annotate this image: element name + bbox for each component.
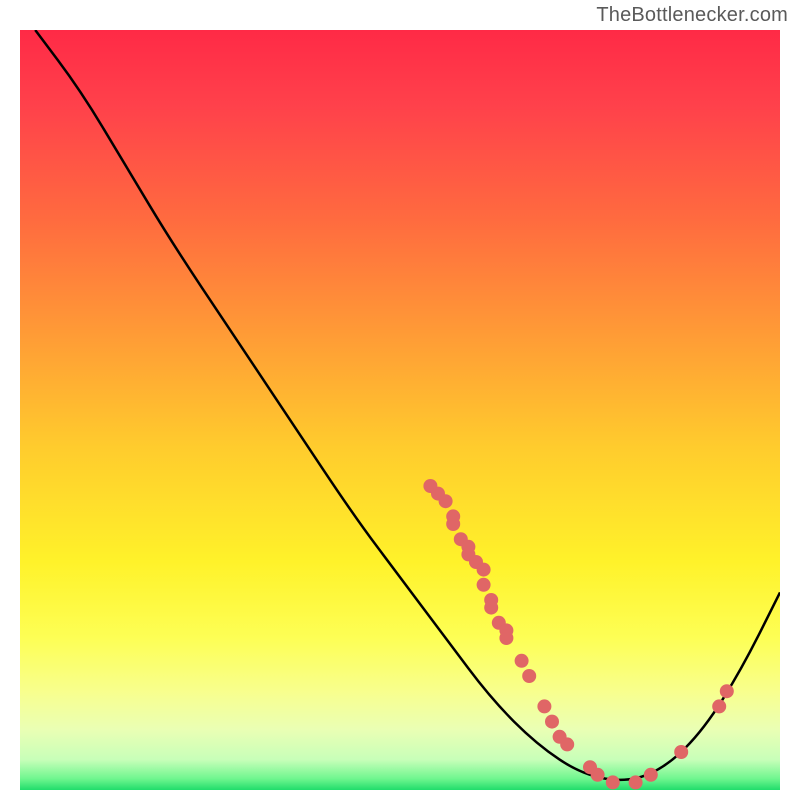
bottleneck-curve xyxy=(35,30,780,780)
data-dot xyxy=(674,745,688,759)
data-dot xyxy=(439,494,453,508)
data-dot xyxy=(591,768,605,782)
data-dot xyxy=(560,737,574,751)
data-dot xyxy=(712,699,726,713)
data-dot xyxy=(515,654,529,668)
data-dot xyxy=(446,517,460,531)
data-dot xyxy=(499,631,513,645)
data-dot xyxy=(644,768,658,782)
curve-svg xyxy=(20,30,780,790)
plot-area xyxy=(20,30,780,790)
data-dot xyxy=(720,684,734,698)
data-dot xyxy=(522,669,536,683)
watermark-text: TheBottlenecker.com xyxy=(596,4,788,27)
data-dot xyxy=(606,775,620,789)
chart-canvas: TheBottlenecker.com xyxy=(0,0,800,800)
data-dot xyxy=(537,699,551,713)
data-dot xyxy=(545,715,559,729)
data-dot xyxy=(484,601,498,615)
data-dot xyxy=(629,775,643,789)
data-dot xyxy=(477,578,491,592)
data-dot xyxy=(477,563,491,577)
